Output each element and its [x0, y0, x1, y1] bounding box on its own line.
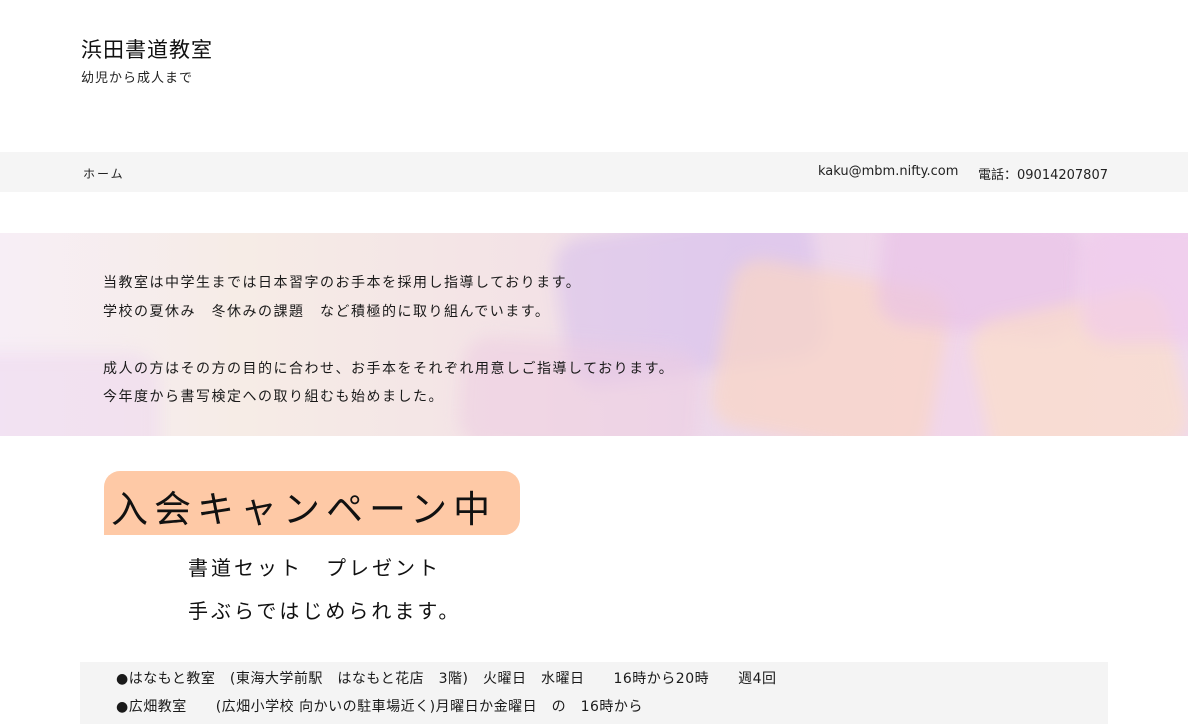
hero-line: [103, 326, 674, 355]
hero-banner: 当教室は中学生までは日本習字のお手本を採用し指導しております。 学校の夏休み 冬休…: [0, 233, 1188, 436]
nav-phone-text: 電話：09014207807: [978, 168, 1108, 183]
hero-line: 学校の夏休み 冬休みの課題 など積極的に取り組んでいます。: [103, 303, 551, 320]
campaign-gift-text: 書道セット プレゼント: [188, 556, 441, 580]
class-list: ●はなもと教室 (東海大学前駅 はなもと花店 3階) 火曜日 水曜日 16時から…: [80, 662, 1108, 724]
site-subtitle: 幼児から成人まで: [81, 71, 194, 86]
class-item-hirohata: ●広畑教室 (広畑小学校 向かいの駐車場近く)月曜日か金曜日 の 16時から: [116, 699, 643, 715]
page: 浜田書道教室 幼児から成人まで ホーム kaku@mbm.nifty.com 電…: [0, 0, 1200, 724]
navbar: ホーム kaku@mbm.nifty.com 電話：09014207807: [0, 152, 1188, 192]
hero-line: 当教室は中学生までは日本習字のお手本を採用し指導しております。: [103, 275, 582, 291]
hero-intro-text: 当教室は中学生までは日本習字のお手本を採用し指導しております。 学校の夏休み 冬休…: [103, 269, 674, 412]
nav-email-link[interactable]: kaku@mbm.nifty.com: [818, 164, 958, 179]
hero-line: 成人の方はその方の目的に合わせ、お手本をそれぞれ用意しご指導しております。: [103, 360, 675, 377]
class-item-hanamoto: ●はなもと教室 (東海大学前駅 はなもと花店 3階) 火曜日 水曜日 16時から…: [116, 671, 777, 687]
campaign-title: 入会キャンペーン中: [111, 488, 497, 531]
nav-home-link[interactable]: ホーム: [83, 165, 125, 182]
campaign-note-text: 手ぶらではじめられます。: [188, 599, 462, 623]
hero-line: 今年度から書写検定への取り組むも始めました。: [103, 389, 444, 405]
campaign-banner: 入会キャンペーン中: [104, 471, 520, 535]
site-title[interactable]: 浜田書道教室: [81, 34, 213, 64]
hero-decoration: [1080, 233, 1188, 343]
